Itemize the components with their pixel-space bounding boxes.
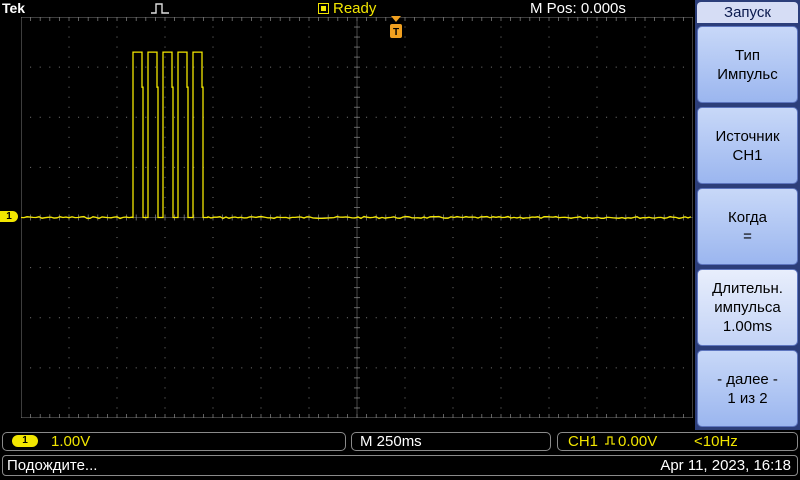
menu-button-label: Тип [734,46,760,64]
menu-button-pulse-width[interactable]: Длительн. импульса 1.00ms [697,269,798,346]
menu-button-label: - далее - [717,370,778,388]
menu-button-label: Источник [715,127,780,145]
menu-button-when[interactable]: Когда = [697,188,798,265]
menu-button-value: = [743,227,752,245]
menu-button-source[interactable]: Источник CH1 [697,107,798,184]
trigger-frequency: <10Hz [694,433,738,450]
trigger-type-icon [151,3,169,14]
trigger-source: CH1 [568,433,599,450]
ch1-vertical-scale: 1.00V [51,433,91,450]
trigger-position-marker-icon[interactable]: T [388,15,404,41]
trigger-readout[interactable]: CH1 0.00V <10Hz [557,432,798,451]
ch1-ground-marker[interactable]: 1 [0,211,18,222]
menu-button-label: Когда [728,208,767,226]
timebase-readout[interactable]: M 250ms [351,432,551,451]
svg-text:T: T [393,27,399,38]
menu-button-value: Импульс [717,65,778,83]
status-message: Подождите... [7,457,98,474]
status-text: Ready [333,0,377,17]
status-indicator-icon [318,3,329,14]
status-bar: Подождите... Apr 11, 2023, 16:18 [2,455,798,476]
acquisition-status: Ready [318,0,376,17]
ch1-readout[interactable]: 1 1.00V [2,432,346,451]
ch1-badge: 1 [12,435,38,447]
menu-button-label: Длительн. [712,280,783,297]
brand-logo: Tek [2,0,26,16]
menu-button-value: 1 из 2 [727,389,768,407]
menu-button-next-page[interactable]: - далее - 1 из 2 [697,350,798,427]
horizontal-position: M Pos: 0.000s [530,0,626,17]
pulse-icon [605,436,615,445]
menu-button-value: CH1 [732,146,763,164]
waveform-display[interactable] [21,17,693,418]
date-time: Apr 11, 2023, 16:18 [660,457,791,474]
menu-title: Запуск [697,2,798,23]
horizontal-scale: M 250ms [360,433,422,450]
menu-button-label-2: импульса [714,299,781,316]
trigger-level: 0.00V [618,433,658,450]
menu-button-value: 1.00ms [722,318,773,335]
menu-button-type[interactable]: Тип Импульс [697,26,798,103]
